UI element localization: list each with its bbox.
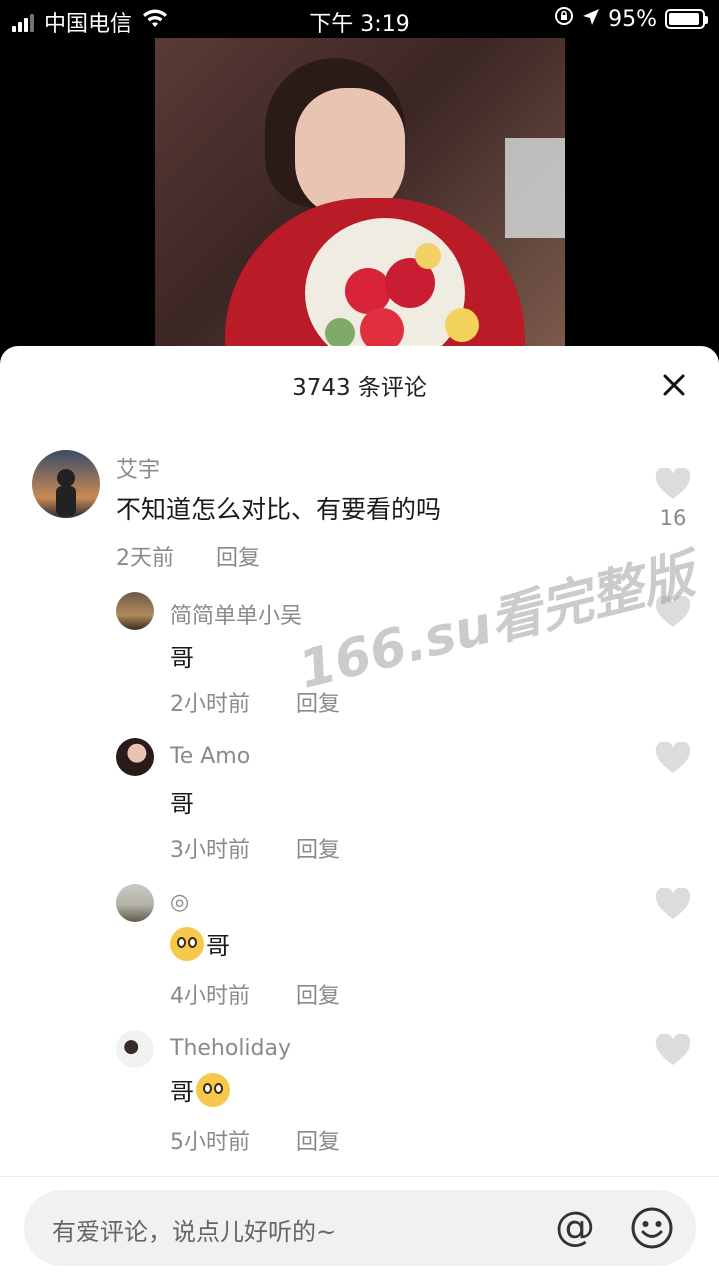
comment-sheet: 3743 条评论 bbox=[0, 346, 719, 1280]
close-icon bbox=[663, 374, 685, 396]
reply-button[interactable]: 回复 bbox=[296, 832, 340, 864]
avatar[interactable] bbox=[116, 1030, 154, 1068]
emoji-button[interactable] bbox=[628, 1204, 676, 1252]
comment-username[interactable]: Te Amo bbox=[170, 744, 250, 769]
status-bar: 中国电信 下午 3:19 95% bbox=[0, 0, 719, 40]
reply-button[interactable]: 回复 bbox=[296, 978, 340, 1010]
comment-text: 哥 bbox=[206, 932, 230, 960]
comment-time: 4小时前 bbox=[170, 984, 250, 1009]
divider bbox=[0, 1176, 719, 1177]
comment-username[interactable]: 艾宇 bbox=[116, 452, 160, 484]
reply-button[interactable]: 回复 bbox=[216, 540, 260, 572]
pleading-face-emoji bbox=[196, 1072, 230, 1107]
like-button[interactable] bbox=[655, 1033, 691, 1066]
battery-icon bbox=[665, 9, 708, 29]
comment-text-row: 哥 bbox=[170, 1072, 230, 1107]
rotation-lock-icon bbox=[554, 6, 574, 32]
comment-time: 2天前 bbox=[116, 546, 174, 571]
heart-icon bbox=[655, 887, 691, 919]
comment-text: 哥 bbox=[170, 1078, 194, 1106]
smiley-icon bbox=[631, 1207, 673, 1249]
reply-button[interactable]: 回复 bbox=[296, 1124, 340, 1156]
comment-input-placeholder: 有爱评论，说点儿好听的~ bbox=[52, 1218, 337, 1246]
comment-username[interactable]: ◎ bbox=[170, 890, 189, 915]
battery-percent: 95% bbox=[608, 6, 657, 32]
comment-time: 5小时前 bbox=[170, 1130, 250, 1155]
avatar[interactable] bbox=[116, 592, 154, 630]
like-button[interactable] bbox=[655, 467, 691, 500]
comment-username[interactable]: Theholiday bbox=[170, 1036, 291, 1061]
like-button[interactable] bbox=[655, 887, 691, 920]
comment-input[interactable]: 有爱评论，说点儿好听的~ @ bbox=[24, 1190, 696, 1266]
comment-time: 3小时前 bbox=[170, 838, 250, 863]
comment-time: 2小时前 bbox=[170, 692, 250, 717]
pleading-face-emoji bbox=[170, 926, 204, 961]
heart-icon bbox=[655, 1033, 691, 1065]
comment-username[interactable]: 简简单单小吴 bbox=[170, 598, 302, 630]
comment-count-title: 3743 条评论 bbox=[292, 375, 427, 401]
video-preview[interactable] bbox=[155, 38, 565, 348]
location-icon bbox=[582, 7, 600, 32]
like-button[interactable] bbox=[655, 741, 691, 774]
comment-text: 哥 bbox=[170, 644, 194, 672]
heart-icon bbox=[655, 467, 691, 499]
like-count: 16 bbox=[659, 506, 687, 530]
comment-text-row: 哥 bbox=[170, 926, 230, 961]
avatar[interactable] bbox=[116, 884, 154, 922]
avatar[interactable] bbox=[116, 738, 154, 776]
comment-text: 不知道怎么对比、有要看的吗 bbox=[116, 495, 442, 524]
mention-button[interactable]: @ bbox=[552, 1204, 598, 1250]
comment-text: 哥 bbox=[170, 790, 194, 818]
avatar[interactable] bbox=[32, 450, 100, 518]
close-button[interactable] bbox=[659, 370, 689, 400]
heart-icon bbox=[655, 741, 691, 773]
